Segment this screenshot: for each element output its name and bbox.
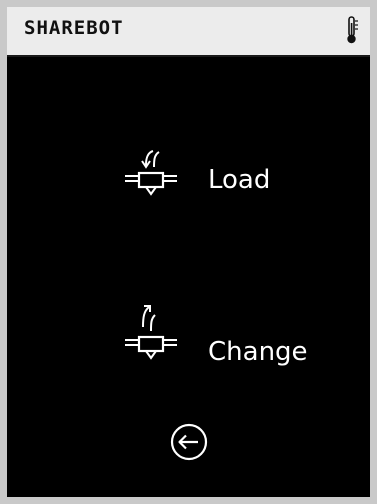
change-label: Change: [208, 337, 308, 367]
filament-change-icon: [125, 305, 177, 360]
load-filament-button[interactable]: Load: [119, 149, 339, 215]
printer-display: SHAREBOT Load Change: [0, 0, 377, 504]
thermometer-icon: [347, 16, 358, 44]
load-label: Load: [208, 165, 271, 195]
title-bar: SHAREBOT: [7, 7, 370, 57]
app-title: SHAREBOT: [24, 17, 124, 39]
menu-screen: Load Change: [7, 57, 370, 497]
back-button[interactable]: [169, 422, 209, 462]
change-filament-button[interactable]: Change: [119, 303, 339, 369]
filament-load-icon: [125, 150, 177, 196]
back-arrow-icon: [170, 423, 208, 461]
